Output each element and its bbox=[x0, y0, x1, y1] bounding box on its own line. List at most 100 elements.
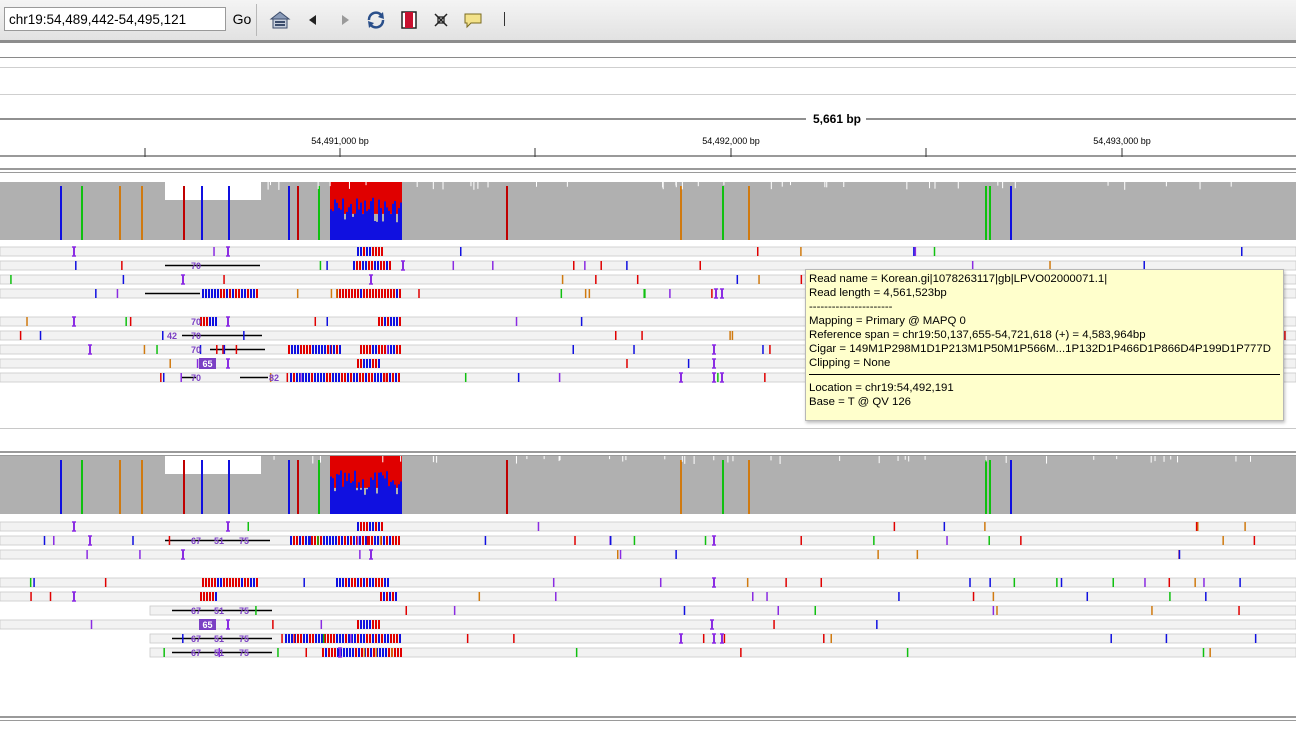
forward-icon[interactable] bbox=[334, 9, 356, 31]
coverage-dip bbox=[908, 456, 910, 462]
read-bar bbox=[149, 605, 1296, 616]
read-mismatch bbox=[800, 247, 802, 256]
read-mismatch bbox=[315, 634, 317, 643]
coverage-mismatch bbox=[366, 456, 368, 488]
read-mismatch bbox=[573, 261, 575, 270]
read-mismatch bbox=[156, 345, 158, 354]
read-mismatch bbox=[343, 648, 345, 657]
read-mismatch bbox=[390, 345, 392, 354]
coverage-mismatch bbox=[374, 182, 376, 214]
coverage-mismatch bbox=[388, 210, 390, 240]
coverage-dip bbox=[1150, 456, 1152, 463]
coverage-dip bbox=[382, 456, 384, 463]
read-mismatch bbox=[215, 317, 217, 326]
read-mismatch bbox=[396, 345, 398, 354]
read-mismatch bbox=[373, 648, 375, 657]
coverage-mismatch bbox=[388, 486, 390, 514]
read-mismatch bbox=[452, 261, 455, 270]
read-mismatch bbox=[353, 373, 355, 382]
read-mismatch bbox=[1222, 536, 1224, 545]
read-mismatch bbox=[379, 536, 382, 545]
read-mismatch bbox=[916, 550, 919, 559]
coverage-dip bbox=[684, 456, 686, 464]
read-mismatch bbox=[335, 373, 337, 382]
read-mismatch bbox=[969, 578, 971, 587]
coverage-mismatch bbox=[358, 482, 360, 514]
read-mismatch bbox=[320, 373, 322, 382]
coverage-dip bbox=[278, 182, 280, 190]
roi-icon[interactable] bbox=[398, 9, 420, 31]
read-mismatch bbox=[614, 331, 617, 340]
read-mismatch bbox=[381, 634, 383, 643]
read-mismatch bbox=[296, 373, 298, 382]
read-mismatch bbox=[699, 261, 701, 270]
alignment-tracks[interactable]: 70 70 42 70 70 65 70 82 67 51 75 67 51 7… bbox=[0, 160, 1296, 736]
read-mismatch bbox=[205, 578, 207, 587]
refresh-icon[interactable] bbox=[365, 9, 387, 31]
coverage-mismatch bbox=[370, 477, 372, 514]
read-mismatch bbox=[370, 648, 372, 657]
read-mismatch bbox=[336, 289, 338, 298]
read-mismatch bbox=[906, 648, 909, 657]
coverage-mismatch bbox=[342, 456, 344, 488]
coverage-dip bbox=[924, 456, 926, 460]
track-divider bbox=[0, 428, 1296, 429]
read-mismatch bbox=[385, 648, 387, 657]
coverage-dip bbox=[1107, 182, 1109, 186]
read-mismatch bbox=[391, 648, 393, 657]
read-mismatch bbox=[212, 592, 214, 601]
read-mismatch bbox=[214, 578, 216, 587]
coverage-dip bbox=[432, 182, 434, 190]
read-mismatch bbox=[1202, 648, 1205, 657]
read-mismatch bbox=[86, 550, 88, 559]
read-mismatch bbox=[366, 289, 368, 298]
go-button[interactable]: Go bbox=[230, 7, 254, 31]
read-mismatch bbox=[129, 317, 132, 326]
read-mismatch bbox=[1168, 578, 1171, 587]
read-mismatch bbox=[250, 578, 252, 587]
read-mismatch bbox=[731, 331, 734, 340]
read-mismatch bbox=[363, 289, 365, 298]
coverage-mismatch bbox=[376, 456, 378, 488]
coverage-dip bbox=[929, 182, 931, 189]
read-mismatch bbox=[162, 373, 165, 382]
coverage-variant bbox=[183, 460, 185, 514]
home-icon[interactable] bbox=[269, 9, 291, 31]
read-mismatch bbox=[326, 373, 328, 382]
read-info-popup[interactable]: Read name = Korean.gi|1078263117|gb|LPVO… bbox=[805, 269, 1284, 421]
coverage-dip bbox=[319, 456, 321, 463]
read-mismatch bbox=[675, 550, 677, 559]
track-divider bbox=[0, 451, 1296, 453]
toolbar-separator bbox=[256, 4, 257, 36]
popup-info-icon[interactable] bbox=[462, 9, 484, 31]
read-mismatch bbox=[299, 536, 301, 545]
coverage-dip bbox=[432, 456, 434, 463]
read-mismatch bbox=[386, 261, 388, 270]
read-mismatch bbox=[217, 578, 219, 587]
read-mismatch bbox=[325, 648, 327, 657]
read-mismatch bbox=[311, 373, 313, 382]
read-mismatch bbox=[121, 261, 123, 270]
read-mismatch bbox=[317, 373, 319, 382]
insertion-label: 51 bbox=[214, 634, 224, 644]
panel-divider bbox=[0, 40, 1296, 43]
read-mismatch bbox=[348, 289, 350, 298]
read-mismatch bbox=[572, 345, 575, 354]
read-mismatch bbox=[513, 634, 515, 643]
coverage-mismatch bbox=[334, 491, 336, 514]
read-mismatch bbox=[255, 606, 257, 615]
read-mismatch bbox=[1194, 578, 1196, 587]
resize-icon[interactable] bbox=[430, 9, 452, 31]
coverage-variant bbox=[748, 460, 750, 514]
read-mismatch bbox=[372, 578, 374, 587]
read-mismatch bbox=[139, 550, 141, 559]
insertion-label: 82 bbox=[269, 373, 279, 383]
read-mismatch bbox=[1169, 592, 1171, 601]
back-icon[interactable] bbox=[302, 9, 324, 31]
locus-search-input[interactable] bbox=[4, 7, 226, 31]
coverage-dip bbox=[622, 456, 624, 462]
read-mismatch bbox=[232, 289, 234, 298]
read-mismatch bbox=[517, 373, 520, 382]
coverage-mismatch bbox=[330, 209, 332, 240]
coverage-mismatch bbox=[382, 182, 384, 214]
